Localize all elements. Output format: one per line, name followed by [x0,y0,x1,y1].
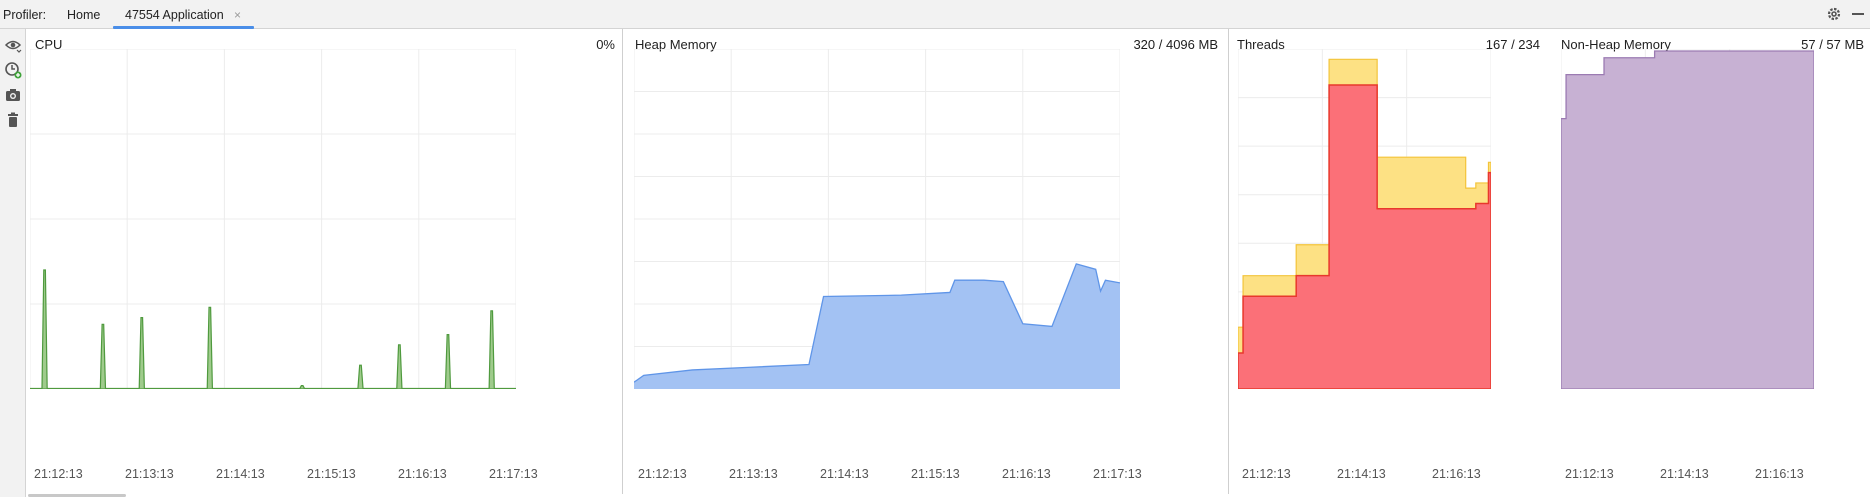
tab-home[interactable]: Home [67,8,100,22]
cpu-spike [444,334,452,389]
heap-value: 320 / 4096 MB [1133,37,1218,52]
cpu-chart [30,49,516,389]
x-tick-label: 21:12:13 [34,467,83,481]
nonheap-chart [1561,49,1814,389]
cpu-spike [357,364,364,389]
camera-icon[interactable] [4,86,22,104]
eye-icon[interactable] [4,36,22,54]
cpu-panel: CPU 0% 21:12:13 21:13:13 21:14:13 21:15:13 2… [27,29,621,494]
x-tick-label: 21:16:13 [398,467,447,481]
settings-gear-icon[interactable] [1826,6,1842,22]
cpu-spike [298,385,306,389]
tool-strip [0,29,26,497]
x-tick-label: 21:14:13 [216,467,265,481]
x-tick-label: 21:17:13 [489,467,538,481]
x-tick-label: 21:17:13 [1093,467,1142,481]
x-tick-label: 21:14:13 [1337,467,1386,481]
add-clock-icon[interactable] [4,61,22,79]
cpu-spike [396,344,403,389]
cpu-spike [206,306,214,389]
profiler-topbar: Profiler: Home 47554 Application × [0,0,1870,29]
x-tick-label: 21:13:13 [125,467,174,481]
minimize-icon[interactable] [1852,13,1864,15]
heap-memory-panel: Heap Memory 320 / 4096 MB 21:12:13 21:13:… [627,29,1224,494]
x-tick-label: 21:16:13 [1432,467,1481,481]
x-tick-label: 21:15:13 [307,467,356,481]
profiler-label: Profiler: [3,8,47,22]
threads-value: 167 / 234 [1485,37,1540,52]
threads-panel: Threads 167 / 234 21:12:13 21:14:13 21:16:… [1229,29,1546,494]
x-tick-label: 21:15:13 [911,467,960,481]
tab-close-icon[interactable]: × [234,8,241,22]
heap-chart [634,49,1120,389]
x-tick-label: 21:16:13 [1002,467,1051,481]
nonheap-area [1561,50,1814,389]
x-tick-label: 21:14:13 [1660,467,1709,481]
x-tick-label: 21:16:13 [1755,467,1804,481]
trash-icon[interactable] [4,111,22,129]
cpu-spike [41,269,48,389]
cpu-spike [99,323,107,389]
threads-live-area [1238,84,1491,389]
non-heap-memory-panel: Non-Heap Memory 57 / 57 MB 21:12:13 21:14… [1553,29,1870,494]
x-tick-label: 21:12:13 [638,467,687,481]
tab-application[interactable]: 47554 Application [125,8,224,22]
x-tick-label: 21:12:13 [1242,467,1291,481]
cpu-value: 0% [596,37,615,52]
x-tick-label: 21:12:13 [1565,467,1614,481]
cpu-spike [488,310,495,389]
cpu-spike [138,317,145,389]
x-tick-label: 21:14:13 [820,467,869,481]
threads-chart [1238,49,1491,389]
x-tick-label: 21:13:13 [729,467,778,481]
